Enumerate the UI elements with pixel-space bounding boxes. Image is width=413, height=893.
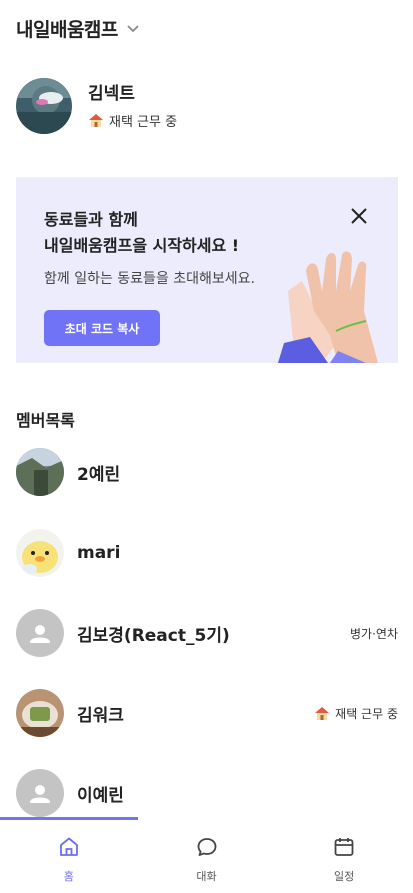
house-icon [89, 114, 103, 127]
banner-headline-line1: 동료들과 함께 [44, 210, 138, 229]
default-avatar-icon [16, 609, 64, 657]
bottom-nav: 홈 대화 일정 [0, 820, 413, 893]
member-name: mari [77, 543, 121, 563]
close-icon[interactable] [350, 207, 368, 225]
profile-name: 김넥트 [88, 83, 135, 104]
profile-avatar [16, 78, 72, 134]
default-avatar-icon [16, 769, 64, 817]
tab-chat[interactable]: 대화 [138, 820, 276, 893]
banner-subtitle: 함께 일하는 동료들을 초대해보세요. [44, 271, 255, 287]
member-name: 김워크 [77, 705, 124, 726]
member-row[interactable]: mari [16, 528, 398, 578]
copy-invite-code-button[interactable]: 초대 코드 복사 [44, 310, 160, 346]
member-list-title: 멤버목록 [16, 411, 75, 430]
my-profile[interactable]: 김넥트 재택 근무 중 [16, 78, 177, 134]
banner-headline: 동료들과 함께 내일배움캠프을 시작하세요 ! [44, 207, 239, 259]
tab-calendar[interactable]: 일정 [275, 820, 413, 893]
tab-home-label: 홈 [63, 870, 74, 883]
workspace-title: 내일배움캠프 [16, 18, 118, 41]
tab-home[interactable]: 홈 [0, 820, 138, 893]
profile-status[interactable]: 재택 근무 중 [88, 111, 177, 130]
tab-chat-label: 대화 [196, 870, 217, 883]
calendar-icon [334, 838, 354, 856]
member-row[interactable]: 김워크 재택 근무 중 [16, 688, 398, 738]
member-row[interactable]: 김보경(React_5기) 병가·연차 [16, 608, 398, 658]
member-avatar [16, 689, 64, 737]
member-avatar [16, 529, 64, 577]
member-status: 재택 근무 중 [314, 705, 398, 722]
member-name: 김보경(React_5기) [77, 625, 230, 646]
member-status: 병가·연차 [350, 626, 398, 641]
house-icon [315, 707, 330, 720]
member-status-text: 재택 근무 중 [335, 706, 398, 721]
home-icon [59, 837, 78, 856]
member-avatar [16, 448, 64, 496]
member-row[interactable]: 2예린 [16, 447, 398, 497]
chevron-down-icon[interactable] [126, 21, 140, 35]
banner-headline-line2: 내일배움캠프을 시작하세요 ! [44, 236, 240, 255]
workspace-header[interactable]: 내일배움캠프 [16, 14, 140, 42]
invite-banner: 동료들과 함께 내일배움캠프을 시작하세요 ! 함께 일하는 동료들을 초대해보… [16, 177, 398, 363]
member-name: 이예린 [77, 785, 124, 806]
member-row[interactable]: 이예린 [16, 768, 398, 818]
tab-calendar-label: 일정 [334, 870, 355, 883]
profile-status-text: 재택 근무 중 [109, 114, 178, 130]
chat-icon [197, 838, 216, 856]
high-five-illustration [278, 251, 378, 363]
member-name: 2예린 [77, 464, 121, 485]
